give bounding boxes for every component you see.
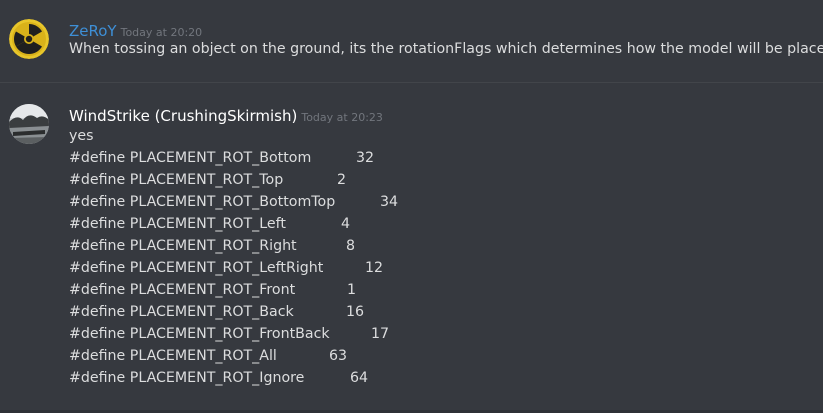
define-row: #define PLACEMENT_ROT_Left 4 <box>69 213 489 235</box>
define-name: #define PLACEMENT_ROT_BottomTop <box>69 194 336 210</box>
define-row: #define PLACEMENT_ROT_All 63 <box>69 345 489 367</box>
define-name: #define PLACEMENT_ROT_Right <box>69 238 297 254</box>
message-zeroy: ZeRoY Today at 20:20 When tossing an obje… <box>0 0 823 80</box>
define-value: 4 <box>341 216 351 232</box>
define-value: 17 <box>371 326 390 342</box>
message-text-yes: yes <box>69 128 94 144</box>
define-value: 1 <box>347 282 357 298</box>
timestamp: Today at 20:23 <box>301 111 383 124</box>
message-windstrike: WindStrike (CrushingSkirmish) Today at 20… <box>0 83 823 413</box>
define-value: 64 <box>350 370 369 386</box>
define-row: #define PLACEMENT_ROT_LeftRight 12 <box>69 257 489 279</box>
message-text: When tossing an object on the ground, it… <box>69 41 823 57</box>
define-row: #define PLACEMENT_ROT_Back 16 <box>69 301 489 323</box>
define-name: #define PLACEMENT_ROT_Bottom <box>69 150 312 166</box>
define-value: 32 <box>356 150 375 166</box>
define-value: 12 <box>365 260 384 276</box>
define-name: #define PLACEMENT_ROT_Front <box>69 282 296 298</box>
define-value: 8 <box>346 238 356 254</box>
define-row: #define PLACEMENT_ROT_Right 8 <box>69 235 489 257</box>
define-name: #define PLACEMENT_ROT_Back <box>69 304 294 320</box>
define-name: #define PLACEMENT_ROT_Left <box>69 216 286 232</box>
define-name: #define PLACEMENT_ROT_LeftRight <box>69 260 324 276</box>
define-name: #define PLACEMENT_ROT_FrontBack <box>69 326 330 342</box>
radiation-icon[interactable] <box>9 19 49 59</box>
define-row: #define PLACEMENT_ROT_FrontBack 17 <box>69 323 489 345</box>
define-row: #define PLACEMENT_ROT_Top 2 <box>69 169 489 191</box>
define-row: #define PLACEMENT_ROT_Bottom 32 <box>69 147 489 169</box>
author-line: ZeRoY Today at 20:20 <box>69 21 202 40</box>
landscape-photo-avatar[interactable] <box>9 104 49 144</box>
define-value: 16 <box>346 304 365 320</box>
author-line: WindStrike (CrushingSkirmish) Today at 20… <box>69 106 383 125</box>
define-name: #define PLACEMENT_ROT_Ignore <box>69 370 305 386</box>
define-row: #define PLACEMENT_ROT_Ignore 64 <box>69 367 489 389</box>
define-value: 34 <box>380 194 399 210</box>
define-name: #define PLACEMENT_ROT_Top <box>69 172 284 188</box>
define-row: #define PLACEMENT_ROT_Front 1 <box>69 279 489 301</box>
define-row: #define PLACEMENT_ROT_BottomTop 34 <box>69 191 489 213</box>
username-zeroy[interactable]: ZeRoY <box>69 22 117 40</box>
define-name: #define PLACEMENT_ROT_All <box>69 348 277 364</box>
define-value: 63 <box>329 348 348 364</box>
timestamp: Today at 20:20 <box>120 26 203 39</box>
username-windstrike[interactable]: WindStrike (CrushingSkirmish) <box>69 107 297 125</box>
define-value: 2 <box>337 172 347 188</box>
